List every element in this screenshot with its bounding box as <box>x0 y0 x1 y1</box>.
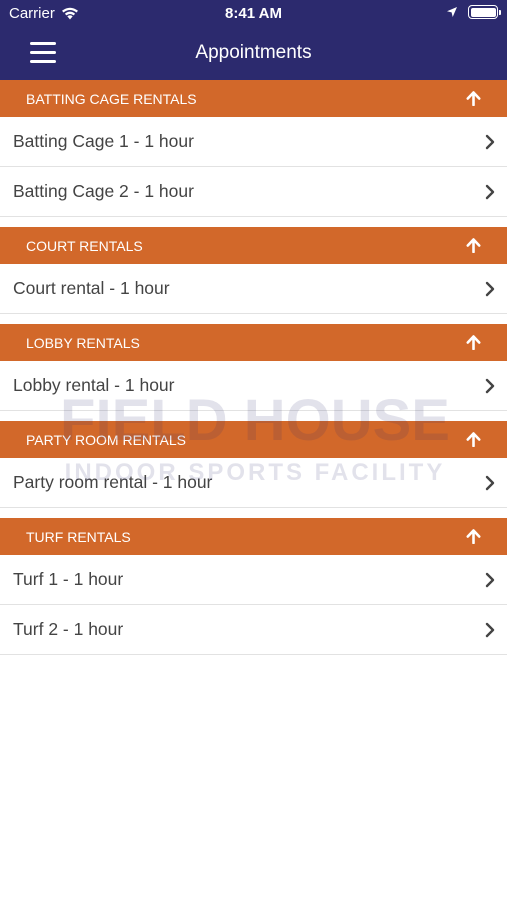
chevron-right-icon <box>485 572 495 587</box>
list-item-label: Turf 2 - 1 hour <box>13 619 124 639</box>
status-right-group <box>446 5 501 19</box>
arrow-up-icon[interactable] <box>466 91 481 106</box>
chevron-right-icon <box>485 134 495 149</box>
section-lobby: LOBBY RENTALS Lobby rental - 1 hour <box>0 324 507 411</box>
nav-bar: Appointments <box>0 28 507 80</box>
battery-level <box>470 7 496 17</box>
section-header[interactable]: LOBBY RENTALS <box>0 324 507 361</box>
list-item-label: Party room rental - 1 hour <box>13 472 213 492</box>
status-time: 8:41 AM <box>225 5 282 22</box>
section-header[interactable]: PARTY ROOM RENTALS <box>0 421 507 458</box>
section-court: COURT RENTALS Court rental - 1 hour <box>0 227 507 314</box>
appointments-list: FIELD HOUSE INDOOR SPORTS FACILITY BATTI… <box>0 80 507 900</box>
location-arrow-icon <box>447 7 457 17</box>
list-item-label: Court rental - 1 hour <box>13 278 170 298</box>
list-item-label: Batting Cage 1 - 1 hour <box>13 131 194 151</box>
list-item[interactable]: Party room rental - 1 hour <box>0 458 507 508</box>
section-batting-cage: BATTING CAGE RENTALS Batting Cage 1 - 1 … <box>0 80 507 217</box>
battery-icon <box>468 5 501 19</box>
chevron-right-icon <box>485 622 495 637</box>
section-header[interactable]: COURT RENTALS <box>0 227 507 264</box>
page-title: Appointments <box>195 42 312 63</box>
arrow-up-icon[interactable] <box>466 238 481 253</box>
section-turf: TURF RENTALS Turf 1 - 1 hour Turf 2 - 1 … <box>0 518 507 655</box>
arrow-up-icon[interactable] <box>466 529 481 544</box>
list-item-label: Turf 1 - 1 hour <box>13 569 124 589</box>
top-bar: Carrier 8:41 AM Appointments <box>0 0 507 80</box>
list-item-label: Lobby rental - 1 hour <box>13 375 175 395</box>
section-header[interactable]: TURF RENTALS <box>0 518 507 555</box>
section-title: LOBBY RENTALS <box>26 334 140 351</box>
chevron-right-icon <box>485 475 495 490</box>
section-title: PARTY ROOM RENTALS <box>26 431 186 448</box>
list-item[interactable]: Batting Cage 2 - 1 hour <box>0 167 507 217</box>
list-item[interactable]: Court rental - 1 hour <box>0 264 507 314</box>
list-item[interactable]: Lobby rental - 1 hour <box>0 361 507 411</box>
list-item[interactable]: Turf 2 - 1 hour <box>0 605 507 655</box>
arrow-up-icon[interactable] <box>466 432 481 447</box>
chevron-right-icon <box>485 281 495 296</box>
chevron-right-icon <box>485 184 495 199</box>
list-item[interactable]: Batting Cage 1 - 1 hour <box>0 117 507 167</box>
section-title: TURF RENTALS <box>26 528 131 545</box>
section-title: BATTING CAGE RENTALS <box>26 90 197 107</box>
list-item-label: Batting Cage 2 - 1 hour <box>13 181 194 201</box>
section-header[interactable]: BATTING CAGE RENTALS <box>0 80 507 117</box>
chevron-right-icon <box>485 378 495 393</box>
list-item[interactable]: Turf 1 - 1 hour <box>0 555 507 605</box>
section-title: COURT RENTALS <box>26 237 143 254</box>
section-party-room: PARTY ROOM RENTALS Party room rental - 1… <box>0 421 507 508</box>
arrow-up-icon[interactable] <box>466 335 481 350</box>
status-bar: Carrier 8:41 AM <box>0 0 507 28</box>
